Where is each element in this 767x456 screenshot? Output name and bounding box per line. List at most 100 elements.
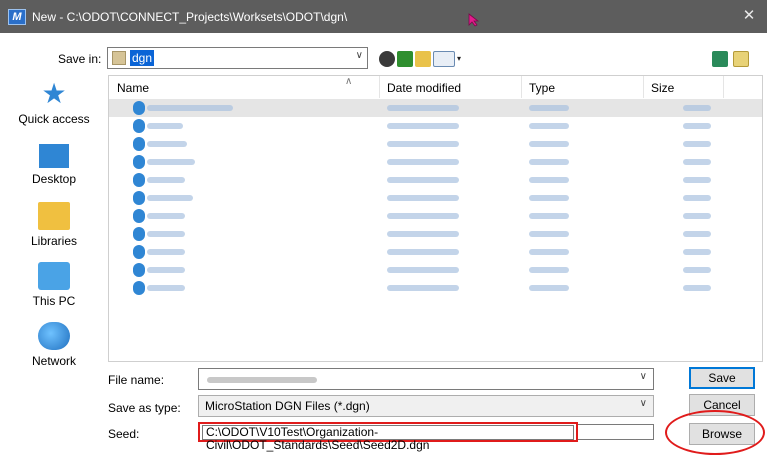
- column-header-type[interactable]: Type: [529, 81, 555, 95]
- file-row[interactable]: [109, 261, 762, 279]
- column-divider[interactable]: [379, 76, 380, 98]
- blurred-text: [147, 285, 185, 291]
- blurred-text: [387, 231, 459, 237]
- back-icon[interactable]: [379, 51, 395, 67]
- blurred-text: [387, 141, 459, 147]
- computer-icon: [38, 262, 70, 290]
- save-in-dropdown[interactable]: dgn ∨: [107, 47, 368, 69]
- blurred-text: [683, 285, 711, 291]
- dgn-file-icon: [133, 101, 145, 115]
- blurred-text: [387, 123, 459, 129]
- file-name-label: File name:: [108, 373, 165, 387]
- preview-icon[interactable]: [733, 51, 749, 67]
- dgn-file-icon: [133, 281, 145, 295]
- blurred-text: [147, 231, 185, 237]
- seed-field[interactable]: C:\ODOT\V10Test\Organization-Civil\ODOT_…: [202, 425, 574, 452]
- save-button[interactable]: Save: [689, 367, 755, 389]
- dgn-file-icon: [133, 263, 145, 277]
- save-in-value: dgn: [130, 50, 155, 66]
- seed-field-extension[interactable]: [578, 424, 654, 440]
- blurred-text: [387, 267, 459, 273]
- blurred-text: [387, 285, 459, 291]
- folder-icon: [112, 51, 126, 65]
- file-row[interactable]: [109, 153, 762, 171]
- libraries-icon: [38, 202, 70, 230]
- place-quick-access[interactable]: ★ Quick access: [9, 80, 99, 138]
- place-libraries[interactable]: Libraries: [9, 202, 99, 260]
- blurred-text: [387, 213, 459, 219]
- refresh-icon[interactable]: [712, 51, 728, 67]
- blurred-text: [529, 141, 569, 147]
- file-row[interactable]: [109, 189, 762, 207]
- blurred-text: [529, 249, 569, 255]
- blurred-text: [683, 105, 711, 111]
- blurred-text: [387, 159, 459, 165]
- dgn-file-icon: [133, 173, 145, 187]
- save-in-label: Save in:: [58, 52, 102, 66]
- place-this-pc[interactable]: This PC: [9, 262, 99, 320]
- column-divider[interactable]: [643, 76, 644, 98]
- blurred-text: [683, 141, 711, 147]
- window-title: New - C:\ODOT\CONNECT_Projects\Worksets\…: [32, 9, 348, 24]
- star-icon: ★: [41, 78, 67, 109]
- network-icon: [38, 322, 70, 350]
- save-as-type-label: Save as type:: [108, 401, 181, 415]
- file-row[interactable]: [109, 225, 762, 243]
- seed-label: Seed:: [108, 427, 140, 441]
- file-name-input[interactable]: ∨: [198, 368, 654, 390]
- file-row[interactable]: [109, 117, 762, 135]
- file-row[interactable]: [109, 99, 762, 117]
- chevron-down-icon: ∨: [355, 50, 363, 61]
- column-divider[interactable]: [521, 76, 522, 98]
- new-folder-icon[interactable]: [415, 51, 431, 67]
- file-row[interactable]: [109, 135, 762, 153]
- blurred-text: [147, 249, 185, 255]
- blurred-text: [387, 195, 459, 201]
- desktop-icon: [39, 144, 69, 168]
- microstation-app-icon: M: [8, 8, 26, 25]
- place-label: Desktop: [31, 172, 77, 186]
- dgn-file-icon: [133, 155, 145, 169]
- blurred-text: [387, 177, 459, 183]
- seed-highlight-box: C:\ODOT\V10Test\Organization-Civil\ODOT_…: [198, 422, 578, 452]
- blurred-text: [529, 105, 569, 111]
- up-folder-icon[interactable]: [397, 51, 413, 67]
- title-bar: M New - C:\ODOT\CONNECT_Projects\Workset…: [0, 0, 767, 33]
- sort-ascending-icon: ∧: [345, 76, 353, 87]
- dgn-file-icon: [133, 245, 145, 259]
- file-row[interactable]: [109, 243, 762, 261]
- file-row[interactable]: [109, 171, 762, 189]
- column-header-name[interactable]: Name: [117, 81, 149, 95]
- place-desktop[interactable]: Desktop: [9, 144, 99, 202]
- blurred-text: [147, 123, 183, 129]
- mouse-cursor-icon: [468, 13, 480, 27]
- blurred-text: [529, 285, 569, 291]
- save-in-row: Save in: dgn ∨ ▾: [0, 33, 767, 75]
- blurred-text: [529, 123, 569, 129]
- places-bar: ★ Quick access Desktop Libraries This PC…: [9, 80, 99, 380]
- file-rows: [109, 99, 762, 297]
- blurred-text: [683, 177, 711, 183]
- place-network[interactable]: Network: [9, 322, 99, 380]
- blurred-text: [147, 267, 185, 273]
- chevron-down-icon: ∨: [639, 398, 647, 409]
- dgn-file-icon: [133, 119, 145, 133]
- place-label: Network: [31, 354, 76, 368]
- dgn-file-icon: [133, 209, 145, 223]
- blurred-text: [529, 177, 569, 183]
- column-header-size[interactable]: Size: [651, 81, 674, 95]
- browse-highlight-circle: [665, 410, 765, 455]
- chevron-down-icon[interactable]: ∨: [640, 371, 647, 382]
- blurred-text: [683, 159, 711, 165]
- save-as-type-dropdown[interactable]: MicroStation DGN Files (*.dgn) ∨: [198, 395, 654, 417]
- column-header-date[interactable]: Date modified: [387, 81, 461, 95]
- close-button[interactable]: ✕: [741, 8, 757, 24]
- place-label: Quick access: [18, 112, 90, 126]
- view-menu-icon[interactable]: ▾: [433, 51, 461, 67]
- file-row[interactable]: [109, 279, 762, 297]
- file-row[interactable]: [109, 207, 762, 225]
- file-list[interactable]: Name ∧ Date modified Type Size: [108, 75, 763, 362]
- blurred-text: [387, 249, 459, 255]
- column-divider[interactable]: [723, 76, 724, 98]
- dgn-file-icon: [133, 191, 145, 205]
